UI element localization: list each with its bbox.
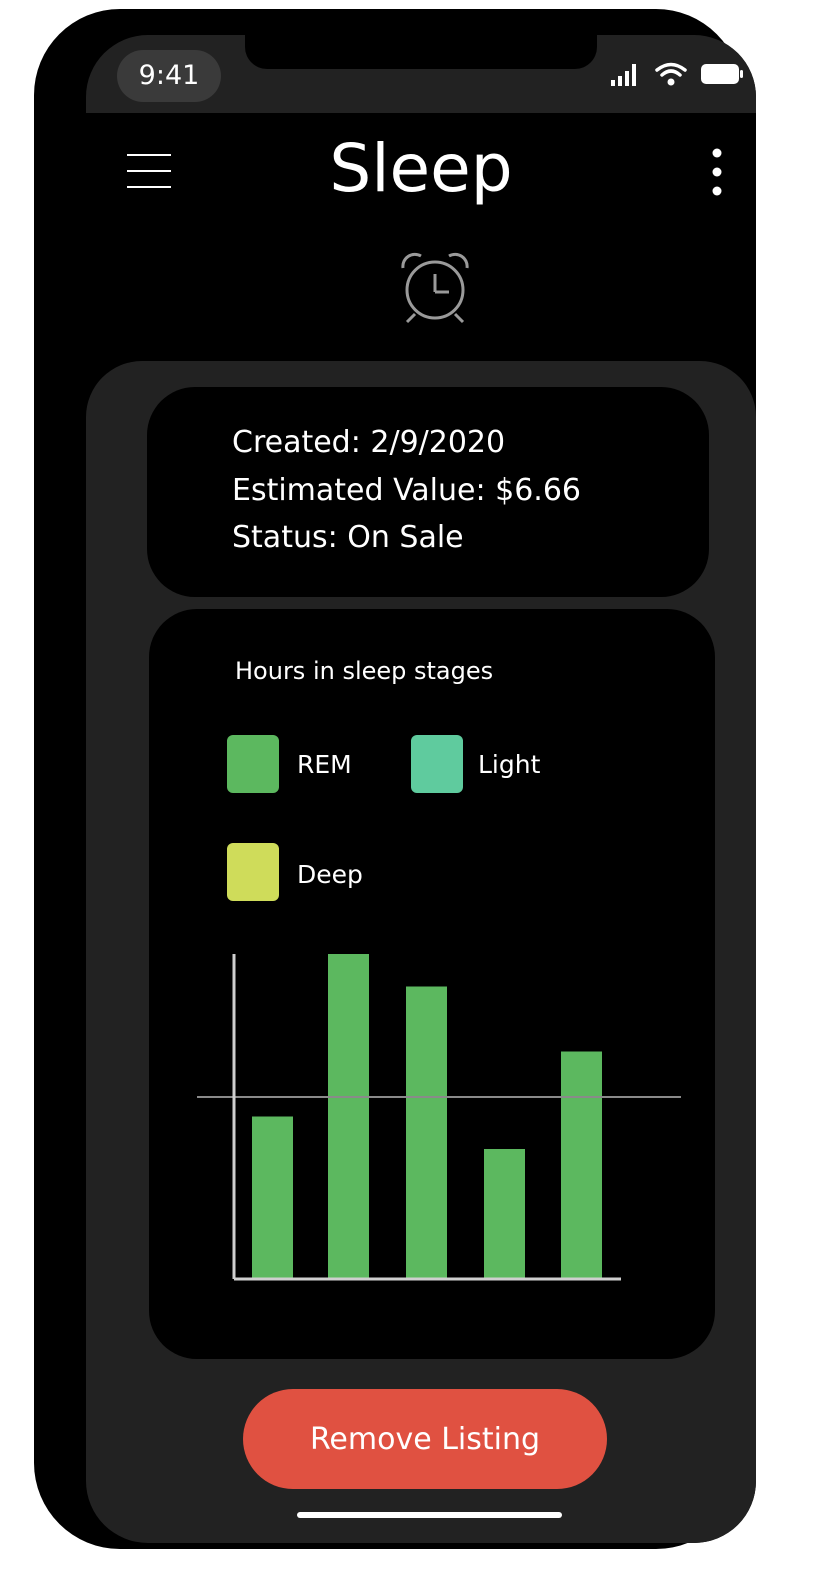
signal-icon bbox=[611, 64, 636, 86]
notch bbox=[245, 35, 597, 69]
listing-status: Status: On Sale bbox=[232, 520, 464, 555]
sleep-chart-card: Hours in sleep stages REM Light Deep bbox=[149, 609, 715, 1359]
home-indicator bbox=[297, 1512, 562, 1518]
sleep-bar-chart bbox=[197, 954, 681, 1281]
chart-bar bbox=[252, 1116, 293, 1279]
status-icons bbox=[610, 61, 744, 87]
remove-listing-button[interactable]: Remove Listing bbox=[243, 1389, 607, 1489]
created-date: Created: 2/9/2020 bbox=[232, 425, 506, 460]
content-panel: Created: 2/9/2020 Estimated Value: $6.66… bbox=[86, 361, 756, 1543]
status-bar: 9:41 bbox=[86, 35, 756, 113]
more-vertical-icon[interactable] bbox=[706, 148, 728, 196]
listing-info-card: Created: 2/9/2020 Estimated Value: $6.66… bbox=[147, 387, 709, 597]
chart-bar bbox=[484, 1149, 525, 1279]
chart-bar bbox=[406, 986, 447, 1279]
wifi-icon bbox=[655, 62, 687, 86]
page-title: Sleep bbox=[329, 130, 513, 207]
chart-bar bbox=[328, 954, 369, 1279]
phone-frame: 9:41 Sleep Created: 2/9/2020 Estimated V… bbox=[34, 9, 756, 1549]
chart-bar bbox=[561, 1051, 602, 1279]
battery-icon bbox=[701, 64, 743, 84]
alarm-clock-icon bbox=[401, 252, 469, 324]
screen: 9:41 Sleep Created: 2/9/2020 Estimated V… bbox=[86, 35, 756, 1543]
status-time: 9:41 bbox=[117, 50, 221, 102]
estimated-value: Estimated Value: $6.66 bbox=[232, 473, 581, 508]
